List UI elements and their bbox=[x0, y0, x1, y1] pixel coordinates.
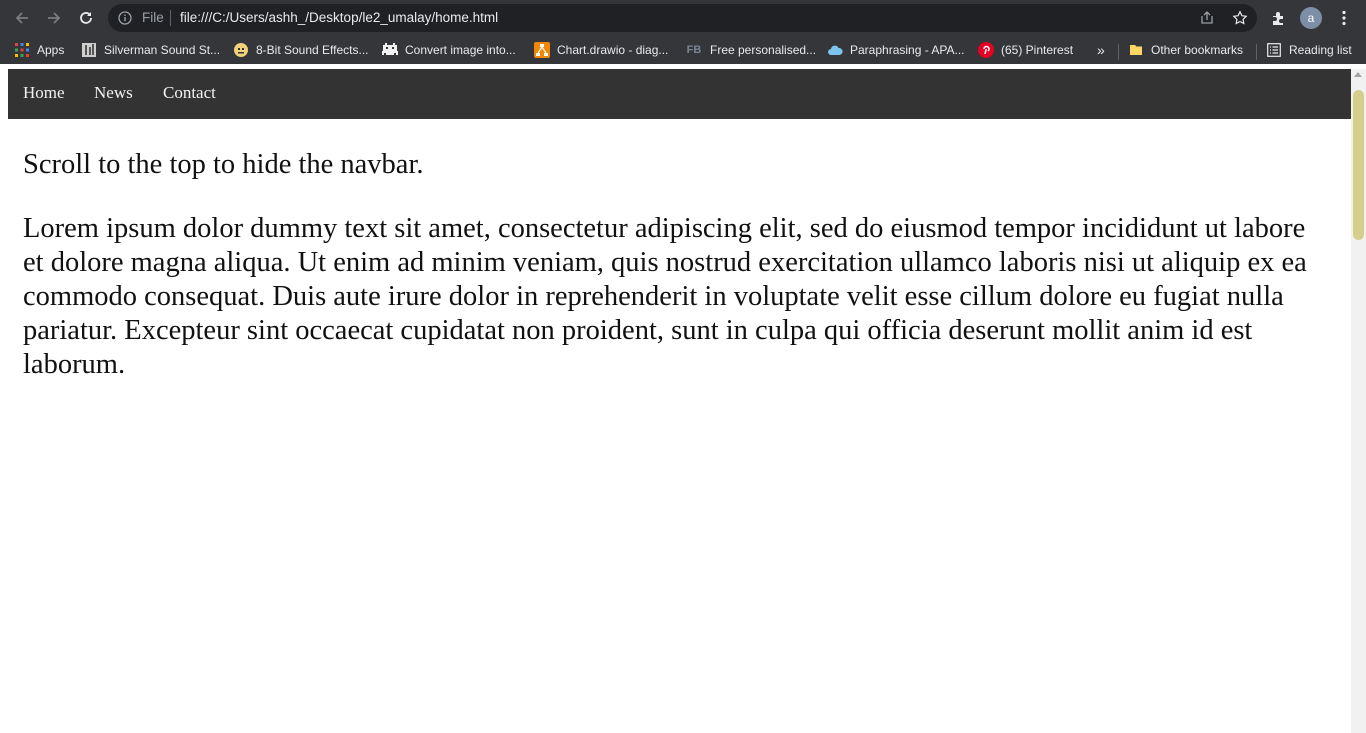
reload-button[interactable] bbox=[74, 6, 98, 30]
silverman-icon bbox=[81, 42, 97, 58]
site-navbar: Home News Contact bbox=[8, 69, 1351, 119]
intro-paragraph: Scroll to the top to hide the navbar. bbox=[23, 149, 424, 180]
scroll-thumb[interactable] bbox=[1353, 90, 1364, 240]
reading-list-button[interactable]: Reading list bbox=[1266, 41, 1352, 59]
kebab-menu-icon[interactable] bbox=[1335, 9, 1353, 27]
nav-link-home[interactable]: Home bbox=[23, 83, 65, 103]
bookmark-convert-image[interactable]: Convert image into... bbox=[382, 41, 516, 59]
bookmark-pinterest[interactable]: (65) Pinterest bbox=[978, 41, 1073, 59]
bookmark-label: 8-Bit Sound Effects... bbox=[256, 43, 369, 57]
address-bar[interactable]: File file:///C:/Users/ashh_/Desktop/le2_… bbox=[108, 4, 1257, 32]
bookmark-label: (65) Pinterest bbox=[1001, 43, 1074, 57]
bookmark-label: Convert image into... bbox=[405, 43, 516, 57]
forward-button[interactable] bbox=[42, 6, 66, 30]
other-bookmarks-label: Other bookmarks bbox=[1151, 43, 1244, 57]
url-text[interactable]: file:///C:/Users/ashh_/Desktop/le2_umala… bbox=[180, 10, 498, 26]
bookmark-free-personalised[interactable]: FB Free personalised... bbox=[685, 41, 816, 59]
bookmark-label: Paraphrasing - APA... bbox=[850, 43, 965, 57]
bookmarks-divider bbox=[1118, 44, 1119, 60]
lorem-paragraph: Lorem ipsum dolor dummy text sit amet, c… bbox=[23, 213, 1307, 380]
apps-grid-icon bbox=[14, 42, 30, 58]
main-content: Scroll to the top to hide the navbar. Lo… bbox=[23, 148, 1323, 382]
other-bookmarks-folder[interactable]: Other bookmarks bbox=[1128, 41, 1243, 59]
drawio-icon bbox=[534, 42, 550, 58]
bookmark-apps[interactable]: Apps bbox=[14, 41, 64, 59]
cloud-icon bbox=[827, 42, 843, 58]
nav-link-news[interactable]: News bbox=[94, 83, 133, 103]
bookmarks-bar: Apps Silverman Sound St... 8-Bit Sound E… bbox=[0, 36, 1366, 64]
arrow-left-icon bbox=[15, 12, 28, 24]
extensions-icon[interactable] bbox=[1270, 9, 1288, 27]
bookmarks-overflow-button[interactable]: » bbox=[1097, 41, 1105, 59]
reload-icon bbox=[80, 12, 92, 24]
url-scheme-label: File bbox=[142, 10, 164, 25]
reading-list-label: Reading list bbox=[1289, 43, 1352, 57]
bookmark-drawio[interactable]: Chart.drawio - diag... bbox=[534, 41, 668, 59]
bookmark-label: Silverman Sound St... bbox=[104, 43, 221, 57]
space-invader-icon bbox=[382, 42, 398, 58]
reading-list-icon bbox=[1266, 42, 1282, 58]
nav-link-contact[interactable]: Contact bbox=[163, 83, 216, 103]
back-button[interactable] bbox=[10, 6, 34, 30]
url-divider bbox=[170, 10, 171, 26]
info-icon[interactable] bbox=[118, 11, 132, 25]
page-scrollbar[interactable] bbox=[1351, 69, 1366, 733]
folder-icon bbox=[1128, 42, 1144, 58]
fb-icon: FB bbox=[686, 44, 702, 56]
browser-toolbar: File file:///C:/Users/ashh_/Desktop/le2_… bbox=[0, 0, 1366, 36]
share-icon[interactable] bbox=[1199, 10, 1215, 26]
star-icon[interactable] bbox=[1232, 10, 1248, 26]
bookmark-label: Free personalised... bbox=[710, 43, 817, 57]
pinterest-icon bbox=[978, 42, 994, 58]
bookmark-silverman[interactable]: Silverman Sound St... bbox=[81, 41, 220, 59]
bookmark-paraphrasing[interactable]: Paraphrasing - APA... bbox=[827, 41, 965, 59]
pixel-face-icon bbox=[233, 42, 249, 58]
bookmarks-divider bbox=[1256, 44, 1257, 60]
bookmark-8bit-sound[interactable]: 8-Bit Sound Effects... bbox=[233, 41, 369, 59]
scroll-up-arrow-icon[interactable] bbox=[1354, 72, 1362, 77]
overflow-chevron-icon: » bbox=[1097, 42, 1105, 58]
bookmark-label: Chart.drawio - diag... bbox=[557, 43, 669, 57]
profile-avatar[interactable]: a bbox=[1300, 7, 1322, 29]
arrow-right-icon bbox=[48, 12, 61, 24]
bookmark-label: Apps bbox=[37, 43, 65, 57]
